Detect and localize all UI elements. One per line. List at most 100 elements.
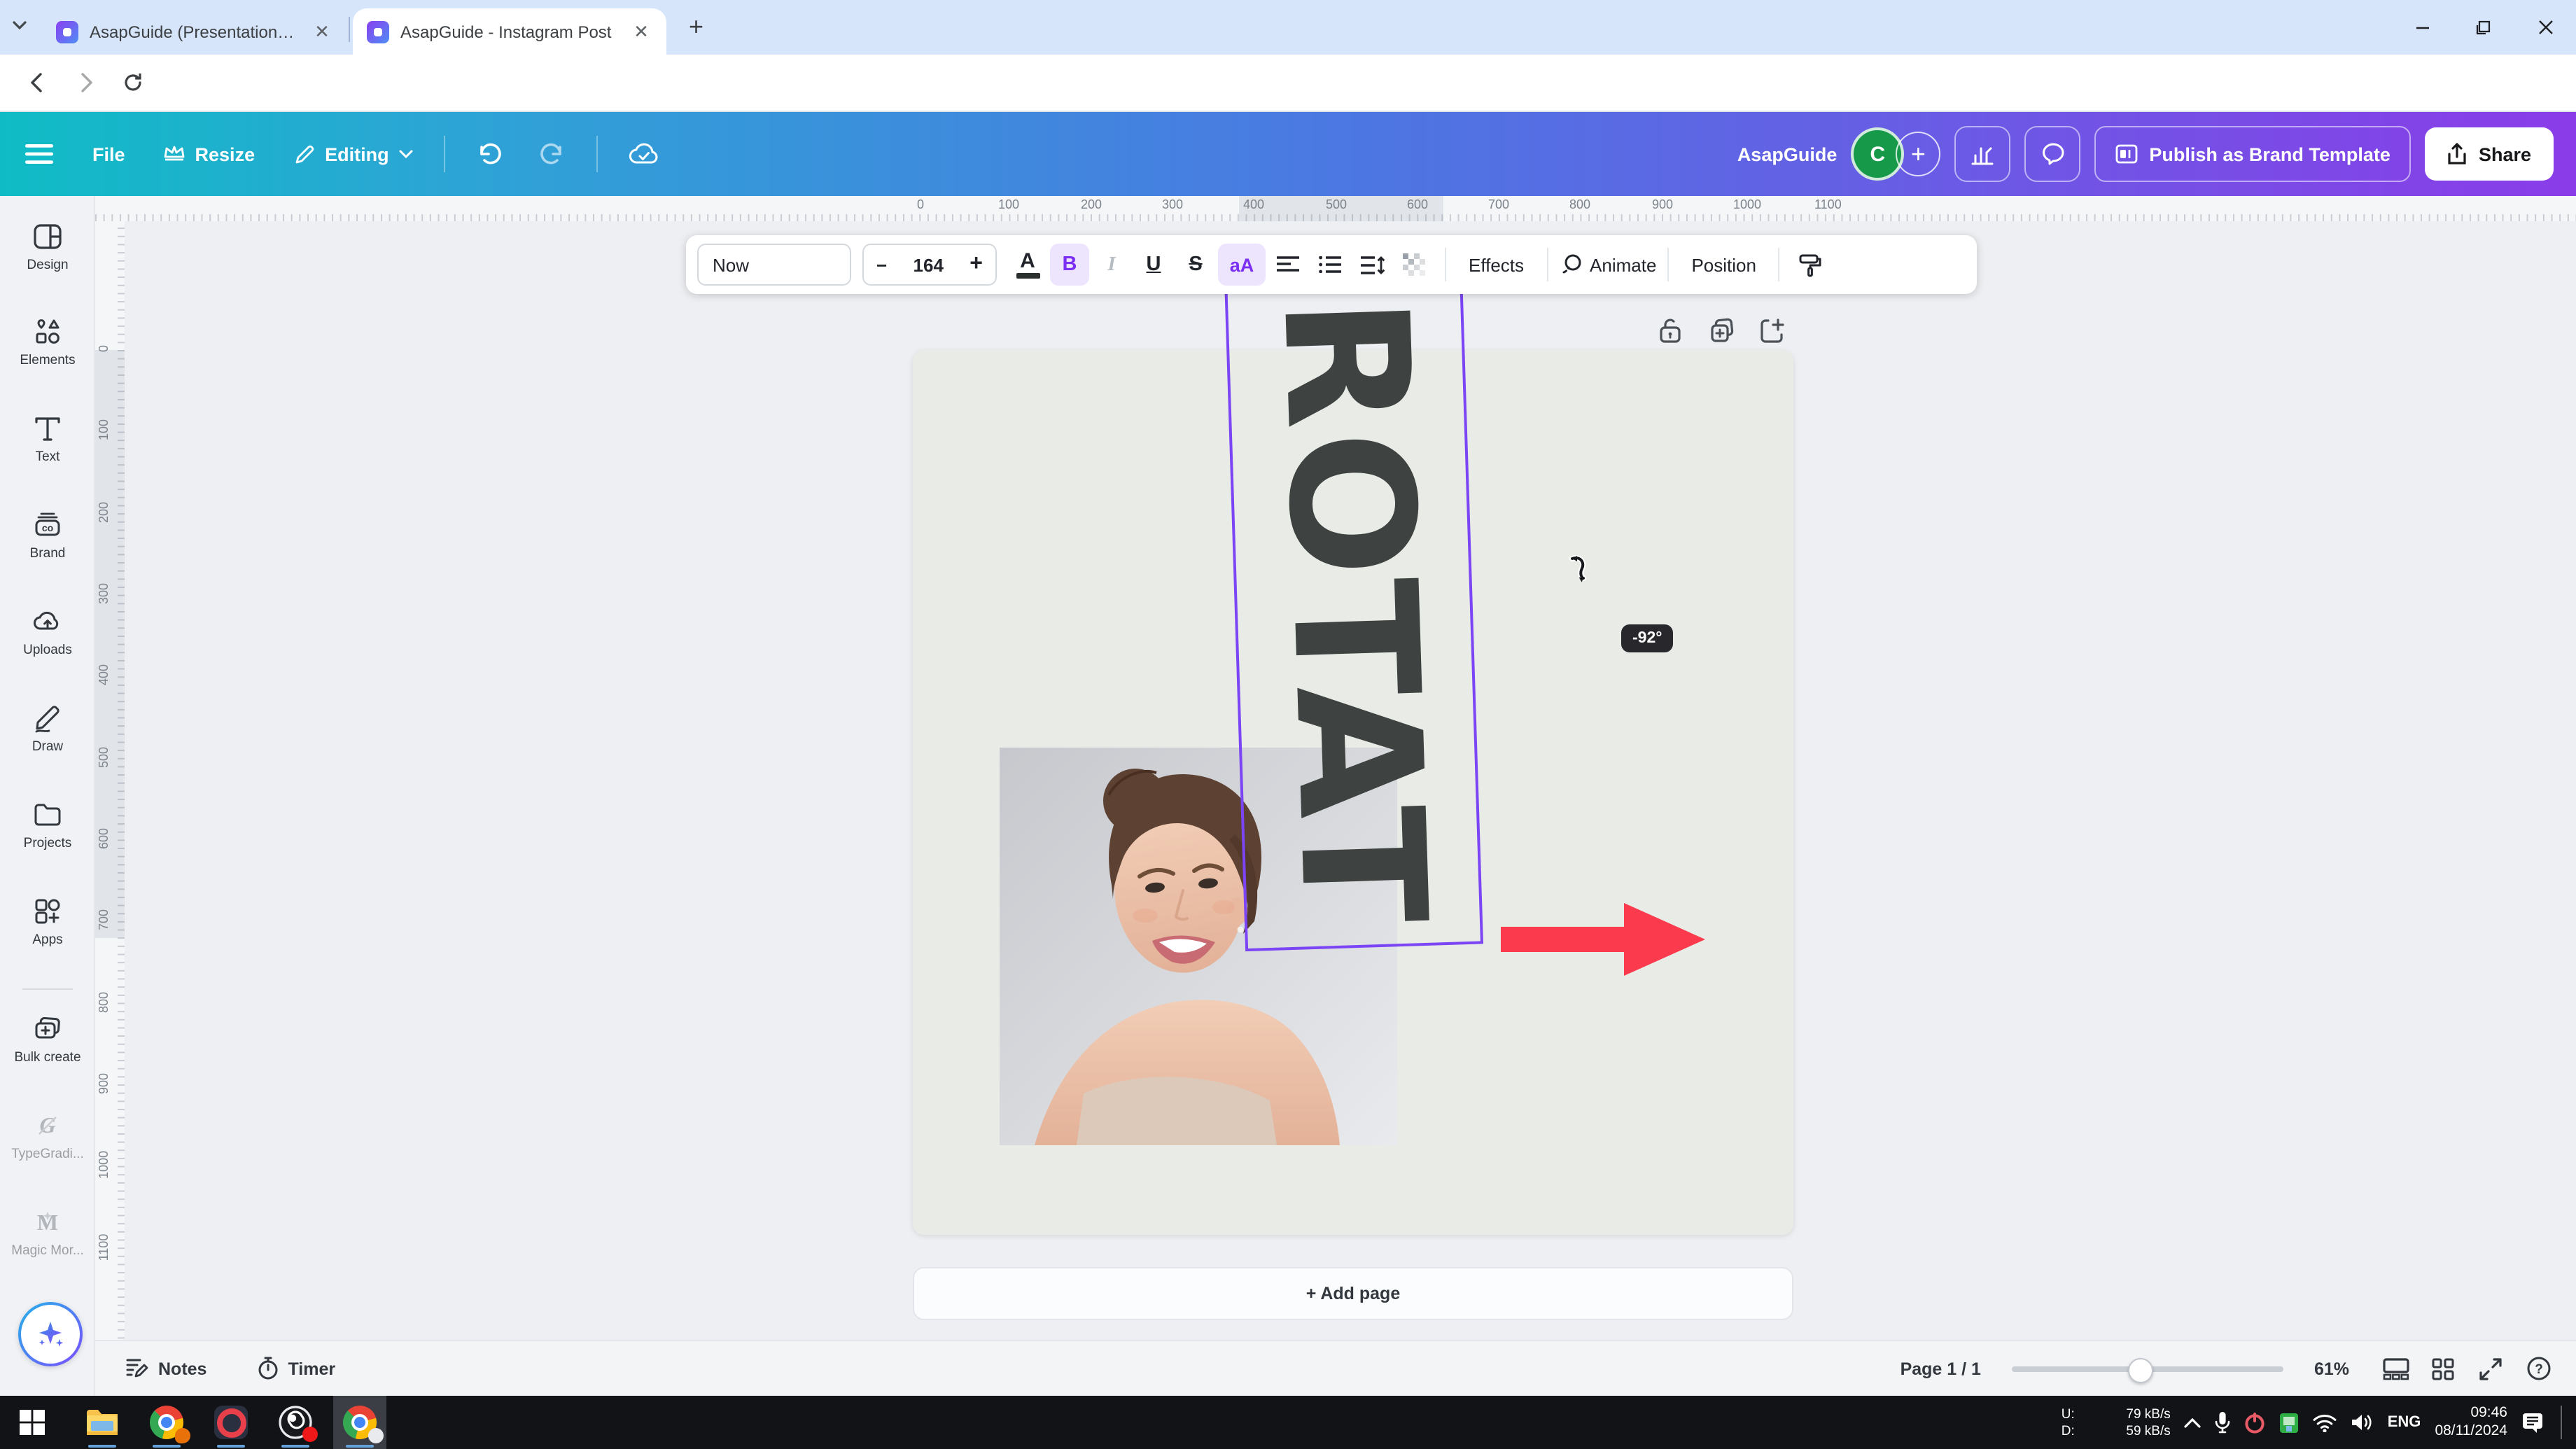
sidebar-item-apps[interactable]: Apps xyxy=(0,896,95,948)
toolbar-divider xyxy=(1667,248,1669,281)
taskbar-chrome-1[interactable] xyxy=(140,1396,193,1449)
add-member-button[interactable]: + xyxy=(1896,132,1940,176)
add-page-button[interactable]: + Add page xyxy=(913,1267,1793,1320)
reload-icon[interactable] xyxy=(112,62,154,104)
position-button[interactable]: Position xyxy=(1680,254,1768,275)
green-app-tray-icon[interactable] xyxy=(2280,1412,2300,1433)
italic-button[interactable]: I xyxy=(1092,244,1131,286)
font-family-selector[interactable]: Now xyxy=(697,244,851,286)
help-button[interactable]: ? xyxy=(2514,1357,2562,1380)
underline-button[interactable]: U xyxy=(1134,244,1173,286)
zoom-slider[interactable] xyxy=(2012,1366,2283,1371)
brand-icon: co xyxy=(0,510,95,540)
taskbar-chrome-active[interactable] xyxy=(333,1396,386,1449)
zoom-slider-thumb[interactable] xyxy=(2128,1357,2153,1382)
sidebar-item-uploads[interactable]: Uploads xyxy=(0,606,95,658)
grid-view-button[interactable] xyxy=(2419,1357,2467,1380)
copy-style-button[interactable] xyxy=(1791,244,1830,286)
taskbar-obs[interactable] xyxy=(269,1396,322,1449)
tray-expand-chevron-icon[interactable] xyxy=(2185,1417,2202,1428)
redo-button[interactable] xyxy=(540,143,566,165)
rotate-cursor-icon xyxy=(1565,554,1590,582)
new-tab-button[interactable]: + xyxy=(689,13,704,42)
transparency-icon xyxy=(1403,253,1425,276)
back-icon[interactable] xyxy=(17,62,59,104)
home-menu-button[interactable] xyxy=(25,143,53,165)
tab-close-icon[interactable]: ✕ xyxy=(311,20,333,43)
taskbar-app-red-ring[interactable] xyxy=(204,1396,258,1449)
font-size-increase[interactable]: + xyxy=(969,252,983,277)
spacing-button[interactable] xyxy=(1352,244,1392,286)
insights-button[interactable] xyxy=(1954,126,2010,182)
bold-button[interactable]: B xyxy=(1050,244,1089,286)
close-window-button[interactable] xyxy=(2514,0,2576,55)
chrome-profile-badge xyxy=(368,1428,384,1443)
page-indicator: Page 1 / 1 xyxy=(1900,1359,1981,1378)
tray-date: 08/11/2024 xyxy=(2435,1422,2507,1441)
tab-search-chevron-icon[interactable] xyxy=(11,17,28,34)
rotat-text: ROTAT xyxy=(1259,294,1449,928)
microphone-icon[interactable] xyxy=(2216,1411,2231,1434)
sidebar-item-typegradient[interactable]: G TypeGradi... xyxy=(0,1110,95,1162)
header-divider xyxy=(596,136,598,172)
design-icon xyxy=(0,221,95,252)
timer-button[interactable]: Timer xyxy=(257,1357,335,1380)
crown-icon xyxy=(164,146,186,162)
presenter-view-button[interactable] xyxy=(2372,1357,2419,1380)
taskbar-file-explorer[interactable] xyxy=(76,1396,129,1449)
lock-button[interactable] xyxy=(1658,316,1683,344)
notes-button[interactable]: Notes xyxy=(126,1358,206,1379)
volume-icon[interactable] xyxy=(2351,1413,2374,1432)
account-cluster[interactable]: C + xyxy=(1851,127,1940,181)
sidebar-item-bulk-create[interactable]: Bulk create xyxy=(0,1014,95,1065)
file-menu-button[interactable]: File xyxy=(92,144,125,164)
resize-button[interactable]: Resize xyxy=(164,144,255,164)
language-indicator[interactable]: ENG xyxy=(2388,1414,2421,1431)
text-case-button[interactable]: aA xyxy=(1218,244,1266,286)
forward-icon[interactable] xyxy=(64,62,106,104)
sidebar-item-text[interactable]: Text xyxy=(0,413,95,465)
maximize-button[interactable] xyxy=(2453,0,2514,55)
canva-assistant-button[interactable] xyxy=(18,1302,83,1366)
publish-brand-template-button[interactable]: Publish as Brand Template xyxy=(2094,126,2412,182)
browser-tab-2-active[interactable]: AsapGuide - Instagram Post ✕ xyxy=(353,8,666,55)
alignment-button[interactable] xyxy=(1268,244,1308,286)
transparency-button[interactable] xyxy=(1394,244,1434,286)
font-size-value[interactable]: 164 xyxy=(913,254,944,275)
start-button[interactable] xyxy=(6,1396,59,1449)
effects-button[interactable]: Effects xyxy=(1457,254,1535,275)
browser-tab-1[interactable]: AsapGuide (Presentation) - Pres ✕ xyxy=(42,8,347,55)
list-button[interactable] xyxy=(1310,244,1350,286)
notes-icon xyxy=(126,1358,148,1379)
text-color-button[interactable]: A xyxy=(1008,244,1047,286)
wifi-icon[interactable] xyxy=(2314,1413,2337,1432)
zoom-level[interactable]: 61% xyxy=(2314,1359,2349,1378)
sidebar-item-projects[interactable]: Projects xyxy=(0,799,95,851)
fullscreen-button[interactable] xyxy=(2467,1357,2514,1380)
rotated-text-element[interactable]: ROTAT xyxy=(1224,271,1483,951)
sidebar-item-brand[interactable]: co Brand xyxy=(0,510,95,561)
minimize-button[interactable] xyxy=(2391,0,2453,55)
animate-button[interactable]: Animate xyxy=(1559,253,1656,276)
sidebar-item-magic-morph[interactable]: M Magic Mor... xyxy=(0,1207,95,1259)
sidebar-item-elements[interactable]: Elements xyxy=(0,316,95,368)
show-desktop-divider[interactable] xyxy=(2561,1406,2562,1439)
font-size-decrease[interactable]: − xyxy=(876,254,887,275)
strikethrough-button[interactable]: S xyxy=(1176,244,1215,286)
add-page-icon-button[interactable] xyxy=(1758,316,1786,344)
network-speed-indicator: U:79 kB/s D:59 kB/s xyxy=(2062,1406,2171,1438)
power-tray-icon[interactable] xyxy=(2245,1412,2266,1433)
tab-close-icon[interactable]: ✕ xyxy=(630,20,652,43)
sidebar-item-draw[interactable]: Draw xyxy=(0,703,95,755)
sparkle-icon xyxy=(35,1319,66,1350)
notifications-icon[interactable] xyxy=(2521,1411,2544,1434)
duplicate-page-button[interactable] xyxy=(1708,316,1736,344)
toolbar-divider xyxy=(1445,248,1446,281)
sidebar-item-design[interactable]: Design xyxy=(0,221,95,273)
editing-mode-dropdown[interactable]: Editing xyxy=(294,144,413,164)
clock[interactable]: 09:46 08/11/2024 xyxy=(2435,1404,2507,1441)
comments-button[interactable] xyxy=(2024,126,2080,182)
undo-button[interactable] xyxy=(476,143,501,165)
red-arrow-element[interactable] xyxy=(1501,903,1705,976)
share-button[interactable]: Share xyxy=(2426,127,2554,181)
